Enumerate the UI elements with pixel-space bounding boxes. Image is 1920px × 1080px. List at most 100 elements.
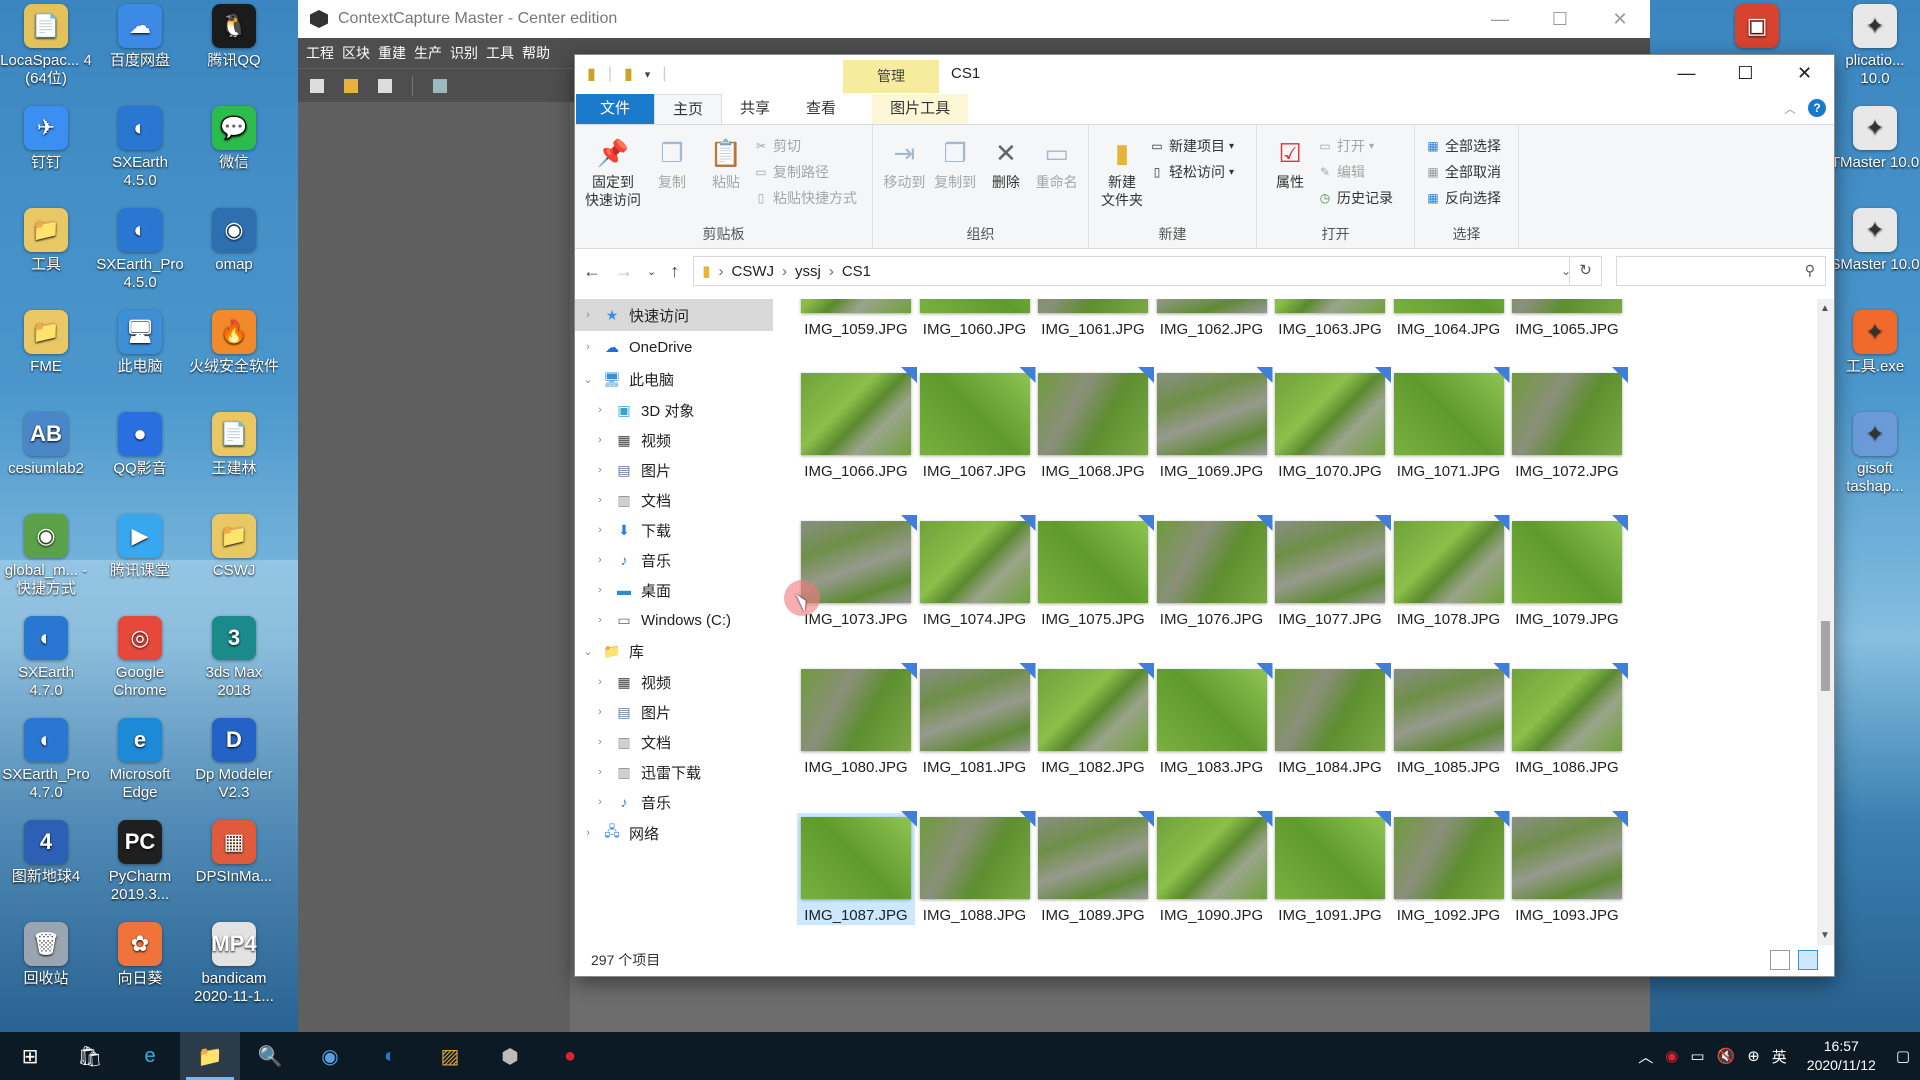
paste-shortcut-button[interactable]: ▯ 粘贴快捷方式 [753,187,857,209]
desktop-icon[interactable]: 🔥 火绒安全软件 [188,308,280,376]
file-thumbnail[interactable]: IMG_1091.JPG [1271,811,1391,925]
new-folder-button[interactable]: ▮ 新建 文件夹 [1095,131,1149,224]
globe-app-icon[interactable]: ◉ [300,1032,360,1080]
desktop-icon[interactable]: 📁 FME [0,308,92,376]
desktop-icon[interactable]: 4 图新地球4 [0,818,92,886]
tab-share[interactable]: 共享 [722,94,788,124]
nav-item[interactable]: › ▦ 视频 [575,667,773,697]
file-thumbnail[interactable]: IMG_1092.JPG [1390,811,1510,925]
collapse-ribbon-icon[interactable]: ︿ [1784,100,1796,117]
image-view-icon[interactable] [433,78,447,93]
large-icons-view-button[interactable] [1798,950,1818,970]
sxearth-icon[interactable]: ◐ [360,1032,420,1080]
file-thumbnail[interactable]: IMG_1086.JPG [1508,663,1628,777]
nav-item[interactable]: › ♪ 音乐 [575,545,773,575]
forward-button[interactable]: → [615,261,633,282]
magnifier-icon[interactable]: 🔍 [240,1032,300,1080]
desktop-icon[interactable]: PC PyCharm 2019.3... [94,818,186,904]
desktop-icon[interactable]: 💬 微信 [188,104,280,172]
nav-item[interactable]: › ▥ 迅雷下载 [575,757,773,787]
file-thumbnail[interactable]: IMG_1084.JPG [1271,663,1391,777]
desktop-icon[interactable]: 🗑 回收站 [0,920,92,988]
select-all-button[interactable]: ▦ 全部选择 [1425,135,1501,157]
chevron-right-icon[interactable]: › [593,676,607,688]
file-thumbnail[interactable]: IMG_1066.JPG [797,367,917,481]
move-to-button[interactable]: ⇥ 移动到 [879,131,930,224]
back-button[interactable]: ← [583,261,601,282]
nav-item[interactable]: › ♪ 音乐 [575,787,773,817]
copy-path-button[interactable]: ▭ 复制路径 [753,161,857,183]
menu-item[interactable]: 工具 [482,43,518,63]
explorer-maximize-button[interactable]: ☐ [1716,55,1775,91]
maximize-button[interactable]: ☐ [1530,9,1590,30]
file-thumbnail[interactable]: IMG_1071.JPG [1390,367,1510,481]
history-button[interactable]: ◷ 历史记录 [1317,187,1393,209]
chevron-down-icon[interactable]: ⌄ [581,373,595,386]
invert-selection-button[interactable]: ▦ 反向选择 [1425,187,1501,209]
address-bar[interactable]: ▮ › CSWJ › yssj › CS1 ⌄ ↻ [693,256,1602,286]
show-hidden-icons-icon[interactable]: ︿ [1638,1046,1653,1067]
file-thumbnail[interactable]: IMG_1063.JPG [1271,299,1389,339]
file-thumbnail[interactable]: IMG_1072.JPG [1508,367,1628,481]
desktop-icon[interactable]: ◐ SXEarth 4.7.0 [0,614,92,700]
tab-view[interactable]: 查看 [788,94,854,124]
chevron-right-icon[interactable]: › [593,524,607,536]
chevron-right-icon[interactable]: › [593,464,607,476]
file-thumbnail[interactable]: IMG_1078.JPG [1390,515,1510,629]
nav-item[interactable]: › ▤ 图片 [575,697,773,727]
desktop-icon[interactable]: ◐ SXEarth_Pro 4.5.0 [94,206,186,292]
chevron-right-icon[interactable]: › [593,584,607,596]
desktop-icon[interactable]: ✈ 钉钉 [0,104,92,172]
search-box[interactable]: ⚲ [1616,256,1826,286]
explorer-close-button[interactable]: ✕ [1775,55,1834,91]
recent-locations-icon[interactable]: ⌄ [647,265,656,278]
network-icon[interactable]: ⊕ [1747,1047,1760,1065]
nav-item[interactable]: › ☁ OneDrive [575,331,773,363]
desktop-icon[interactable]: 🐧 腾讯QQ [188,2,280,70]
nav-item[interactable]: ⌄ 📁 库 [575,635,773,667]
file-thumbnail[interactable]: IMG_1088.JPG [916,811,1036,925]
menu-item[interactable]: 生产 [410,43,446,63]
desktop-icon[interactable]: ✿ 向日葵 [94,920,186,988]
nav-item[interactable]: › ★ 快速访问 [575,299,773,331]
new-folder-quick-icon[interactable]: ▮ [624,64,633,84]
notification-icon[interactable]: ▢ [1896,1047,1910,1065]
chevron-right-icon[interactable]: › [593,554,607,566]
chevron-right-icon[interactable]: › [593,766,607,778]
details-view-button[interactable] [1770,950,1790,970]
nav-item[interactable]: › ⬇ 下载 [575,515,773,545]
refresh-icon[interactable]: ↻ [1569,257,1601,285]
file-thumbnail[interactable]: IMG_1065.JPG [1508,299,1626,339]
map-app-icon[interactable]: ▨ [420,1032,480,1080]
breadcrumb-yssj[interactable]: yssj [795,263,821,280]
desktop-icon[interactable]: 📁 CSWJ [188,512,280,580]
minimize-button[interactable]: — [1470,9,1530,30]
tab-home[interactable]: 主页 [654,94,723,124]
scroll-up-icon[interactable]: ▲ [1820,303,1830,314]
close-button[interactable]: ✕ [1590,9,1650,30]
copy-button[interactable]: ❐ 复制 [645,131,699,224]
menu-item[interactable]: 重建 [374,43,410,63]
desktop-icon[interactable]: ◎ Google Chrome [94,614,186,700]
pin-quick-access-button[interactable]: 📌 固定到 快速访问 [581,131,645,224]
scrollbar-thumb[interactable] [1821,621,1830,691]
file-explorer-icon[interactable]: 📁 [180,1032,240,1080]
desktop-icon[interactable]: ◉ global_m... - 快捷方式 [0,512,92,598]
nav-item[interactable]: › ▣ 3D 对象 [575,395,773,425]
desktop-icon[interactable]: e Microsoft Edge [94,716,186,802]
menu-item[interactable]: 识别 [446,43,482,63]
nav-item[interactable]: › ▥ 文档 [575,485,773,515]
start-button[interactable]: ⊞ [0,1032,60,1080]
desktop-icon[interactable]: ✦ plicatio... 10.0 [1830,2,1920,88]
file-thumbnail[interactable]: IMG_1068.JPG [1034,367,1154,481]
desktop-icon[interactable]: ◐ SXEarth 4.5.0 [94,104,186,190]
file-thumbnail[interactable]: IMG_1093.JPG [1508,811,1628,925]
open-button[interactable]: ▭ 打开 ▾ [1317,135,1393,157]
file-thumbnail[interactable]: IMG_1062.JPG [1153,299,1271,339]
desktop-icon[interactable]: MP4 bandicam 2020-11-1... [188,920,280,1006]
file-thumbnail[interactable]: IMG_1089.JPG [1034,811,1154,925]
nav-item[interactable]: › ▭ Windows (C:) [575,605,773,635]
vertical-scrollbar[interactable]: ▲ ▼ [1817,299,1834,945]
explorer-minimize-button[interactable]: — [1657,55,1716,91]
chevron-right-icon[interactable]: › [593,614,607,626]
